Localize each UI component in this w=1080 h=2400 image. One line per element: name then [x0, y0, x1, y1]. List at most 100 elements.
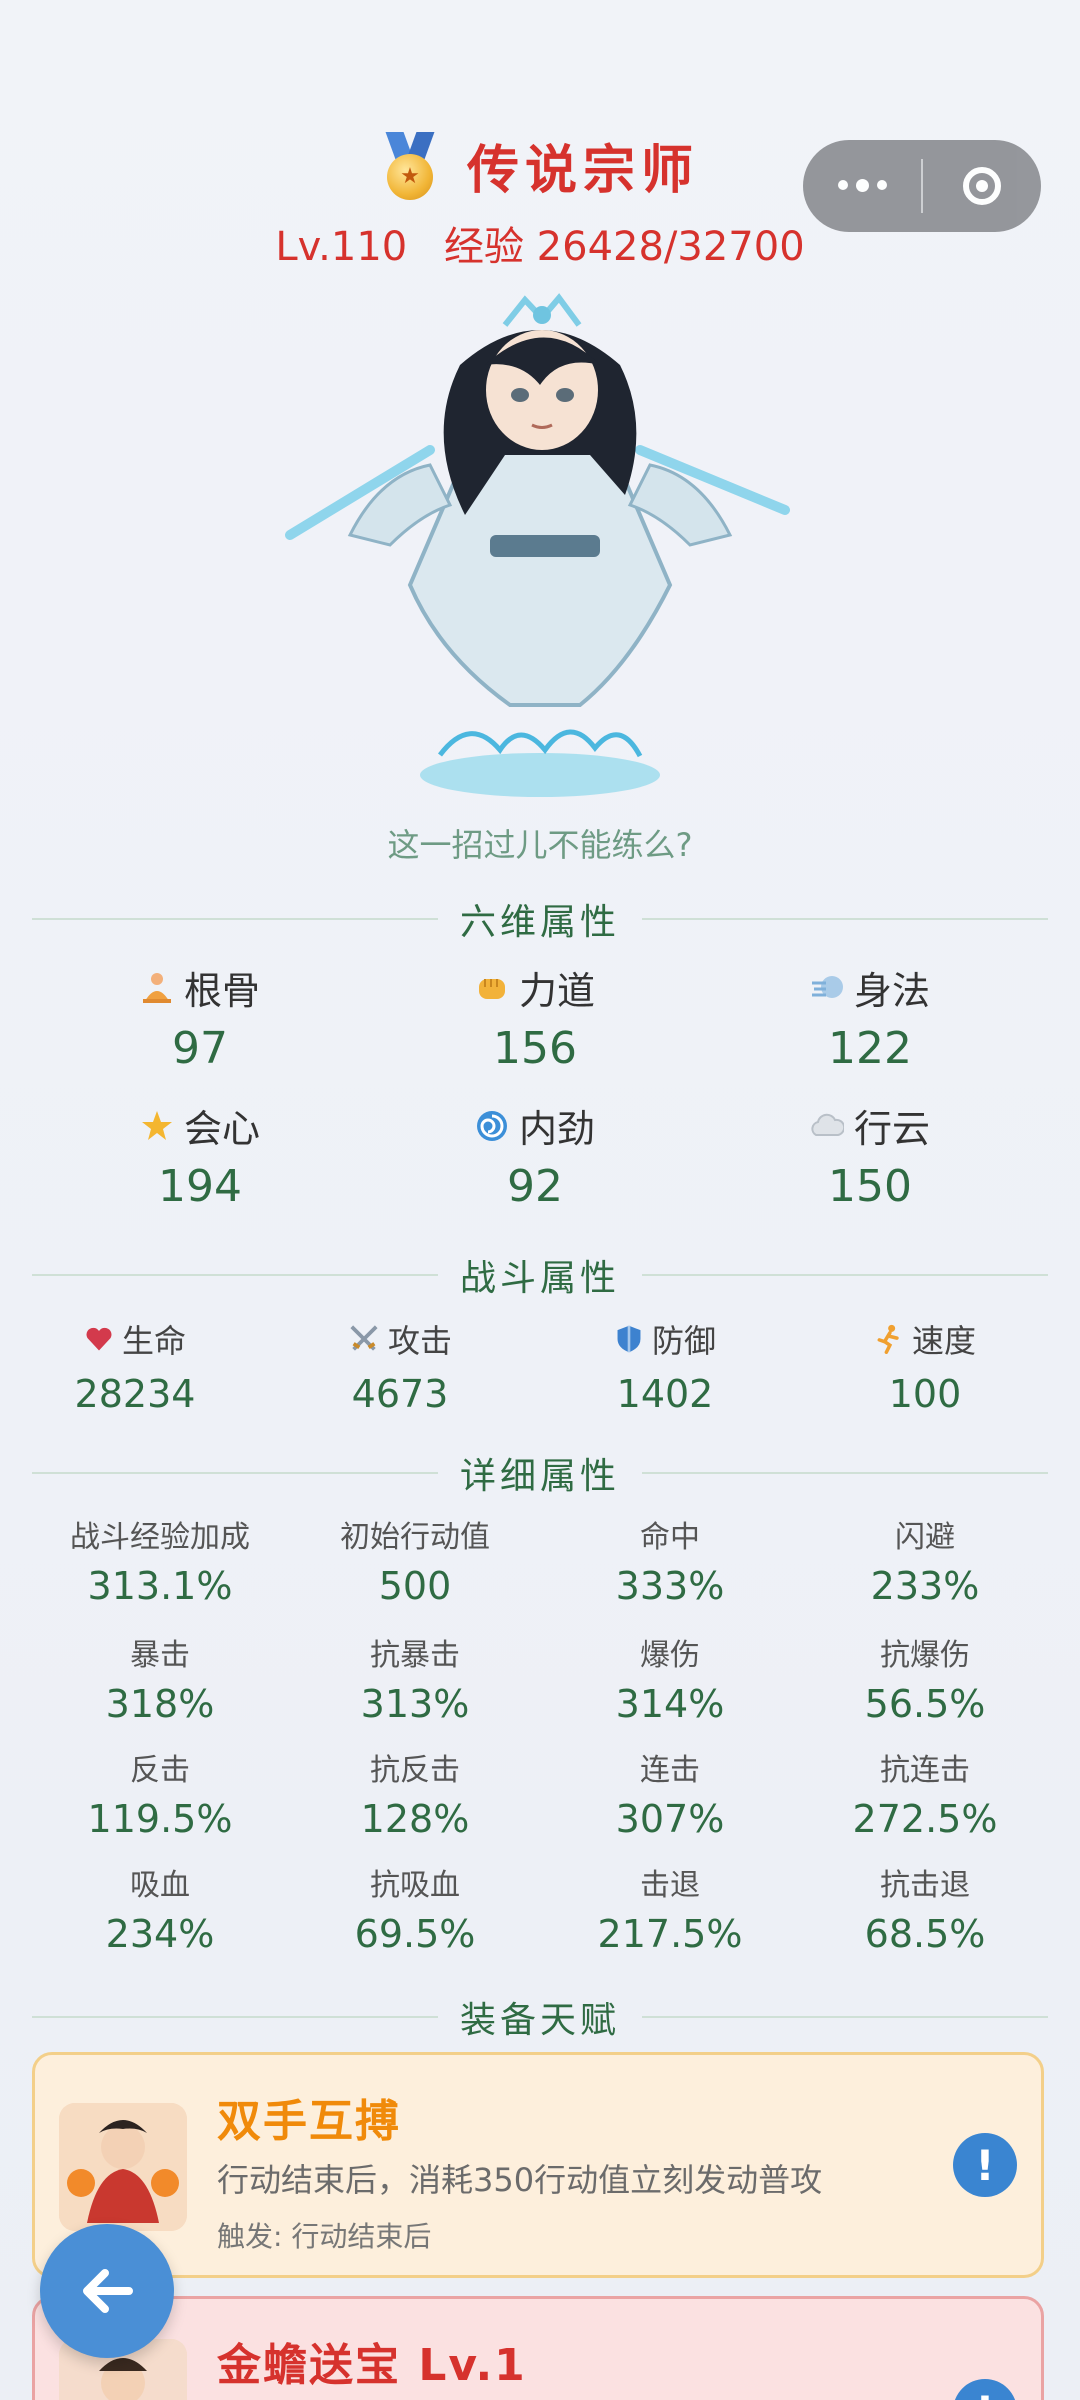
battle-label: 生命 — [121, 1322, 186, 1360]
detail-attr-cell: 战斗经验加成 313.1% — [30, 1512, 290, 1608]
detail-attr-value: 217.5% — [597, 1912, 743, 1956]
level-text: Lv.110 — [275, 224, 408, 270]
section-battle-attrs: 战斗属性 — [32, 1250, 1049, 1300]
detail-attr-value: 318% — [105, 1682, 215, 1726]
detail-attr-cell: 暴击 318% — [30, 1630, 290, 1726]
detail-attr-label: 爆伤 — [640, 1638, 700, 1673]
attr-value: 150 — [828, 1161, 912, 1212]
detail-attr-label: 反击 — [130, 1753, 190, 1788]
attr-label: 行云 — [853, 1107, 930, 1151]
attr-xingyun: 行云 150 — [690, 1098, 1050, 1212]
section-title: 详细属性 — [460, 1456, 621, 1497]
detail-attr-value: 233% — [870, 1564, 980, 1608]
detail-attr-cell: 击退 217.5% — [540, 1860, 800, 1956]
detail-attr-cell: 连击 307% — [540, 1745, 800, 1841]
detail-attr-value: 56.5% — [864, 1682, 986, 1726]
attr-value: 194 — [158, 1161, 242, 1212]
wind-icon — [811, 975, 843, 998]
battle-value: 4673 — [351, 1372, 449, 1416]
detail-attr-cell: 反击 119.5% — [30, 1745, 290, 1841]
attr-huixin: 会心 194 — [20, 1098, 380, 1212]
talent-info-button[interactable]: ! — [953, 2379, 1017, 2400]
fist-icon — [478, 978, 505, 999]
detail-attr-value: 333% — [615, 1564, 725, 1608]
section-title: 装备天赋 — [460, 2000, 621, 2041]
attr-gengu: 根骨 97 — [20, 960, 380, 1074]
arrow-left-icon — [83, 2269, 133, 2313]
talent-card[interactable]: 双手互搏 行动结束后，消耗350行动值立刻发动普攻 触发: 行动结束后 ! — [32, 2052, 1044, 2278]
detail-attr-label: 吸血 — [130, 1868, 190, 1903]
runner-icon — [877, 1324, 899, 1354]
detail-attr-label: 命中 — [640, 1520, 700, 1555]
attr-label: 内劲 — [518, 1107, 595, 1151]
meditation-icon — [142, 972, 171, 1003]
battle-def: 防御 1402 — [530, 1316, 800, 1416]
section-title: 战斗属性 — [460, 1258, 621, 1299]
talent-avatar — [59, 2103, 187, 2231]
hero-quote: 这一招过儿不能练么? — [387, 826, 693, 864]
detail-attr-cell: 闪避 233% — [795, 1512, 1055, 1608]
talent-trigger: 触发: 行动结束后 — [217, 2220, 432, 2253]
shield-icon — [617, 1325, 641, 1353]
detail-attr-cell: 命中 333% — [540, 1512, 800, 1608]
section-six-attrs: 六维属性 — [32, 894, 1049, 944]
talent-name: 双手互搏 — [217, 2096, 401, 2147]
detail-attr-value: 307% — [615, 1797, 725, 1841]
detail-attr-cell: 爆伤 314% — [540, 1630, 800, 1726]
section-detail-attrs: 详细属性 — [32, 1448, 1049, 1498]
detail-attr-label: 抗暴击 — [370, 1638, 460, 1673]
rank-title: 传说宗师 — [466, 141, 699, 201]
talent-info-button[interactable]: ! — [953, 2133, 1017, 2197]
attr-value: 97 — [172, 1023, 228, 1074]
detail-attr-value: 272.5% — [852, 1797, 998, 1841]
detail-attr-cell: 初始行动值 500 — [285, 1512, 545, 1608]
detail-attr-cell: 抗反击 128% — [285, 1745, 545, 1841]
back-button[interactable] — [40, 2224, 174, 2358]
swirl-icon — [476, 1110, 507, 1141]
battle-spd: 速度 100 — [790, 1316, 1060, 1416]
detail-attr-label: 抗击退 — [880, 1868, 970, 1903]
detail-attr-value: 500 — [378, 1564, 452, 1608]
attr-label: 身法 — [853, 969, 930, 1013]
cloud-icon — [811, 1113, 844, 1136]
talent-name: 金蟾送宝 Lv.1 — [217, 2340, 527, 2391]
detail-attr-value: 313.1% — [87, 1564, 233, 1608]
detail-attr-cell: 抗爆伤 56.5% — [795, 1630, 1055, 1726]
section-title: 六维属性 — [460, 902, 621, 943]
character-detail-page: ★ 传说宗师 Lv.110 经验 26428/32700 这一招过儿不能练么? — [0, 0, 1080, 2400]
attr-lidao: 力道 156 — [355, 960, 715, 1074]
detail-attr-value: 68.5% — [864, 1912, 986, 1956]
detail-attr-value: 128% — [360, 1797, 470, 1841]
rank-header: ★ 传说宗师 — [0, 128, 1080, 203]
attr-label: 会心 — [183, 1107, 260, 1151]
attr-label: 力道 — [518, 969, 595, 1013]
battle-value: 1402 — [616, 1372, 714, 1416]
detail-attr-value: 69.5% — [354, 1912, 476, 1956]
attr-value: 92 — [507, 1161, 563, 1212]
detail-attr-value: 313% — [360, 1682, 470, 1726]
detail-attr-cell: 抗吸血 69.5% — [285, 1860, 545, 1956]
attr-shenfa: 身法 122 — [690, 960, 1050, 1074]
detail-attr-label: 击退 — [640, 1868, 700, 1903]
attr-neijin: 内劲 92 — [355, 1098, 715, 1212]
detail-attr-value: 119.5% — [87, 1797, 233, 1841]
detail-attr-label: 抗爆伤 — [880, 1638, 970, 1673]
star-icon — [141, 1110, 172, 1140]
battle-hp: 生命 28234 — [0, 1316, 270, 1416]
battle-value: 100 — [888, 1372, 962, 1416]
detail-attr-label: 抗连击 — [880, 1753, 970, 1788]
medal-icon: ★ — [381, 131, 439, 200]
battle-value: 28234 — [74, 1372, 196, 1416]
talent-desc: 行动结束后，消耗350行动值立刻发动普攻 — [217, 2161, 823, 2199]
exp-text: 经验 26428/32700 — [443, 224, 805, 270]
detail-attr-label: 暴击 — [130, 1638, 190, 1673]
battle-label: 攻击 — [387, 1322, 452, 1360]
detail-attr-cell: 抗击退 68.5% — [795, 1860, 1055, 1956]
attr-label: 根骨 — [183, 969, 260, 1013]
crossed-swords-icon — [350, 1325, 378, 1351]
detail-attr-label: 抗反击 — [370, 1753, 460, 1788]
talent-card[interactable]: 金蟾送宝 Lv.1 ! — [32, 2296, 1044, 2400]
hero-portrait — [285, 293, 790, 797]
detail-attr-label: 连击 — [640, 1753, 700, 1788]
attr-value: 156 — [493, 1023, 577, 1074]
